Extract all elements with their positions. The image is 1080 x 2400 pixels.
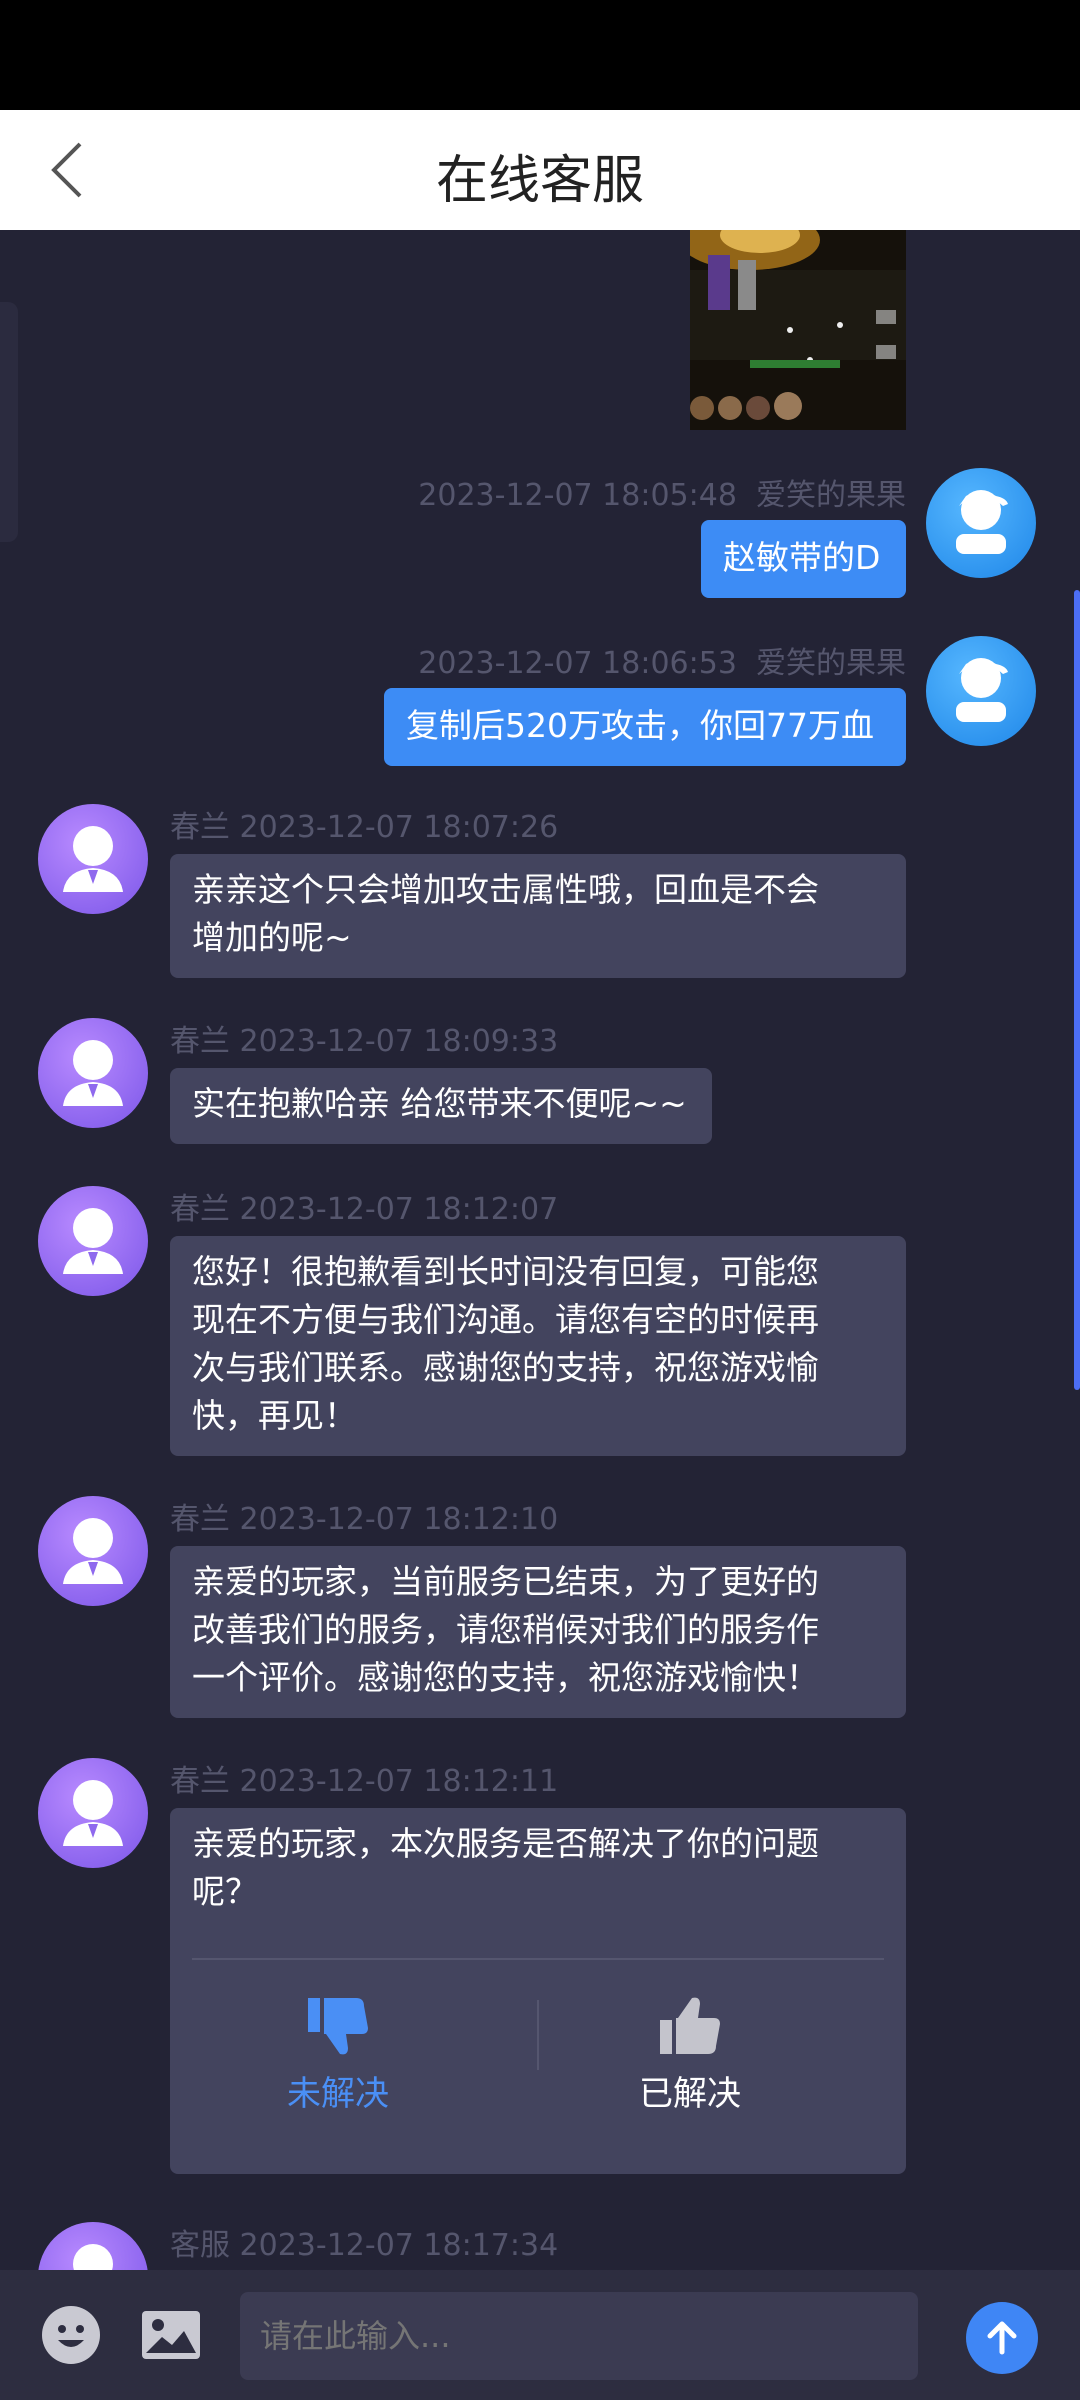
agent-avatar-icon: [63, 1518, 123, 1584]
message-bubble-user: 复制后520万攻击，你回77万血: [384, 688, 906, 766]
game-screenshot-image[interactable]: [690, 230, 906, 430]
input-bar: [0, 2270, 1080, 2400]
user-avatar-icon: [956, 490, 1008, 554]
agent-avatar-icon: [73, 2244, 113, 2270]
unresolved-button[interactable]: 未解决: [238, 1994, 438, 2118]
scrollbar[interactable]: [1074, 590, 1080, 1390]
message-input[interactable]: [240, 2292, 918, 2380]
page-title: 在线客服: [435, 151, 644, 211]
message-meta: 2023-12-07 18:05:48 爱笑的果果: [418, 478, 906, 513]
agent-avatar-icon: [63, 1040, 123, 1106]
side-drawer-handle[interactable]: [0, 302, 18, 542]
agent-avatar-icon: [63, 1780, 123, 1846]
agent-avatar[interactable]: [38, 1496, 148, 1606]
message-bubble-agent: 实在抱歉哈亲 给您带来不便呢~~: [170, 1068, 712, 1144]
user-avatar[interactable]: [926, 636, 1036, 746]
send-button[interactable]: [966, 2302, 1038, 2374]
status-bar: [0, 0, 1080, 110]
message-meta: 春兰 2023-12-07 18:12:10: [170, 1502, 559, 1537]
message-bubble-agent: 亲亲这个只会增加攻击属性哦，回血是不会 增加的呢~: [170, 854, 906, 978]
user-avatar-icon: [956, 658, 1008, 722]
message-meta: 2023-12-07 18:06:53 爱笑的果果: [418, 646, 906, 681]
arrow-up-icon: [987, 2321, 1017, 2355]
agent-avatar[interactable]: [38, 804, 148, 914]
agent-avatar-icon: [63, 1208, 123, 1274]
header: 在线客服: [0, 110, 1080, 230]
emoji-icon[interactable]: [40, 2304, 102, 2366]
rating-card: 亲爱的玩家，本次服务是否解决了你的问题 呢？ 未解决 已解决: [170, 1808, 906, 2174]
agent-avatar[interactable]: [38, 2222, 148, 2270]
message-bubble-agent: 亲爱的玩家，当前服务已结束，为了更好的 改善我们的服务，请您稍候对我们的服务作 …: [170, 1546, 906, 1718]
message-bubble-user: 赵敏带的D: [701, 520, 906, 598]
divider: [192, 1958, 884, 1960]
thumbs-up-icon: [660, 1997, 720, 2054]
agent-avatar[interactable]: [38, 1018, 148, 1128]
agent-avatar[interactable]: [38, 1758, 148, 1868]
chat-list[interactable]: 2023-12-07 18:05:48 爱笑的果果 赵敏带的D 2023-12-…: [0, 230, 1080, 2270]
message-meta: 客服 2023-12-07 18:17:34: [170, 2228, 559, 2263]
message-meta: 春兰 2023-12-07 18:09:33: [170, 1024, 559, 1059]
agent-avatar[interactable]: [38, 1186, 148, 1296]
message-meta: 春兰 2023-12-07 18:12:07: [170, 1192, 559, 1227]
user-avatar[interactable]: [926, 468, 1036, 578]
resolved-button[interactable]: 已解决: [590, 1994, 790, 2118]
thumbs-down-icon: [308, 1998, 368, 2055]
message-bubble-agent: 您好！很抱歉看到长时间没有回复，可能您 现在不方便与我们沟通。请您有空的时候再 …: [170, 1236, 906, 1456]
message-meta: 春兰 2023-12-07 18:12:11: [170, 1764, 559, 1799]
divider: [537, 2000, 539, 2070]
message-meta: 春兰 2023-12-07 18:07:26: [170, 810, 559, 845]
agent-avatar-icon: [63, 826, 123, 892]
image-icon[interactable]: [140, 2304, 202, 2366]
